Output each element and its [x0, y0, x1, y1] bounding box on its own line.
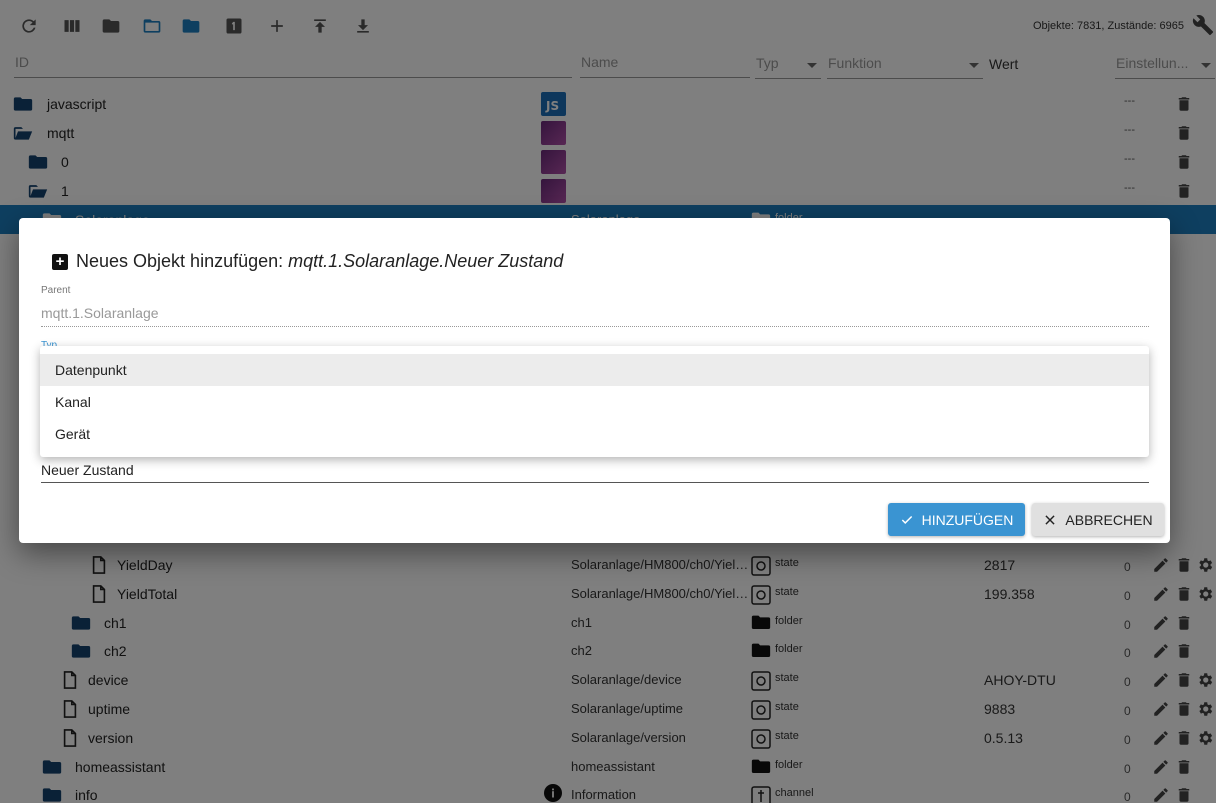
add-button[interactable]: HINZUFÜGEN: [888, 503, 1025, 536]
cancel-button[interactable]: ABBRECHEN: [1032, 503, 1164, 536]
type-option-datenpunkt[interactable]: Datenpunkt: [40, 354, 1149, 386]
type-dropdown-menu: Datenpunkt Kanal Gerät: [40, 346, 1149, 457]
type-option-kanal[interactable]: Kanal: [40, 386, 1149, 418]
dialog-title-text: Neues Objekt hinzufügen:: [76, 251, 284, 271]
check-icon: [901, 515, 912, 524]
close-icon: [1045, 514, 1056, 525]
add-box-icon: +: [52, 253, 68, 270]
parent-underline: [41, 326, 1149, 327]
cancel-button-label: ABBRECHEN: [1065, 511, 1153, 528]
add-button-label: HINZUFÜGEN: [921, 511, 1014, 528]
dialog-title-path: mqtt.1.Solaranlage.Neuer Zustand: [288, 251, 564, 271]
parent-field: mqtt.1.Solaranlage: [41, 305, 159, 321]
name-input[interactable]: Neuer Zustand: [41, 462, 134, 478]
add-object-dialog: + Neues Objekt hinzufügen: mqtt.1.Solara…: [19, 218, 1170, 543]
name-underline: [41, 482, 1149, 483]
parent-label: Parent: [41, 285, 71, 296]
type-option-geraet[interactable]: Gerät: [40, 418, 1149, 450]
dialog-title: + Neues Objekt hinzufügen: mqtt.1.Solara…: [52, 251, 563, 272]
